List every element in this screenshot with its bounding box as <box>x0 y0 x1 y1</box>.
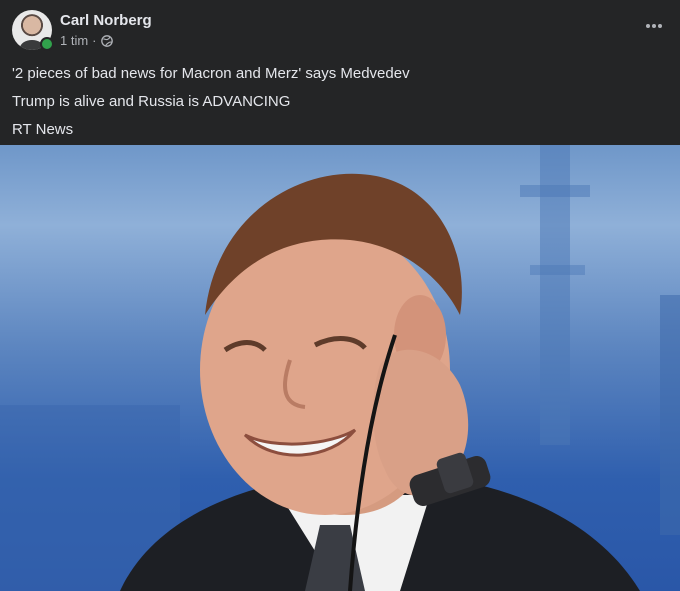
post-photo[interactable] <box>0 145 680 591</box>
post-line: Trump is alive and Russia is ADVANCING <box>12 93 291 110</box>
post-text: '2 pieces of bad news for Macron and Mer… <box>12 60 410 144</box>
post-line: RT News <box>12 121 74 138</box>
post-line: '2 pieces of bad news for Macron and Mer… <box>12 65 410 82</box>
author-name[interactable]: Carl Norberg <box>60 12 152 29</box>
post-meta: 1 tim · <box>60 33 113 48</box>
more-horizontal-icon[interactable] <box>642 14 666 38</box>
globe-icon[interactable] <box>100 34 113 47</box>
feed-post: Carl Norberg 1 tim · '2 pieces of bad ne… <box>0 0 680 591</box>
online-status-icon <box>40 37 54 51</box>
post-header: Carl Norberg 1 tim · <box>0 0 680 58</box>
meta-separator: · <box>92 33 97 48</box>
photo-illustration <box>0 145 680 591</box>
post-time[interactable]: 1 tim <box>60 33 88 48</box>
